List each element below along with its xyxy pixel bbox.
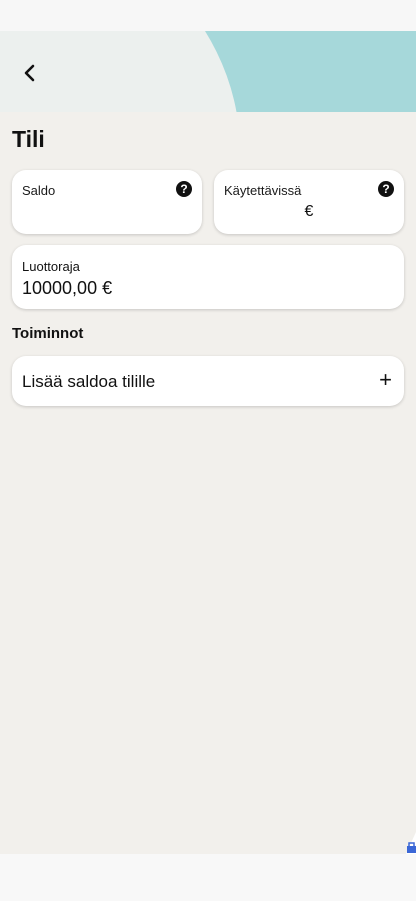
balance-card: Saldo ? bbox=[12, 170, 202, 234]
credit-limit-label: Luottoraja bbox=[22, 259, 80, 274]
lock-icon bbox=[406, 832, 416, 854]
available-label: Käytettävissä bbox=[224, 183, 302, 198]
balance-label: Saldo bbox=[22, 183, 56, 198]
actions-heading: Toiminnot bbox=[12, 325, 84, 342]
available-card: Käytettävissä ? € bbox=[214, 170, 404, 234]
back-button[interactable] bbox=[12, 55, 48, 91]
plus-icon: + bbox=[379, 367, 392, 392]
page-title: Tili bbox=[12, 126, 45, 152]
help-icon[interactable]: ? bbox=[176, 181, 192, 197]
header-banner bbox=[0, 31, 416, 112]
bottom-bar bbox=[0, 854, 416, 901]
add-balance-button[interactable]: Lisää saldoa tilille + bbox=[12, 356, 404, 406]
chevron-left-icon bbox=[24, 64, 35, 82]
available-value: € bbox=[304, 203, 314, 220]
credit-limit-value: 10000,00 € bbox=[22, 278, 113, 298]
credit-limit-card: Luottoraja 10000,00 € bbox=[12, 245, 404, 309]
help-icon[interactable]: ? bbox=[378, 181, 394, 197]
status-bar bbox=[0, 0, 416, 31]
add-balance-label: Lisää saldoa tilille bbox=[22, 372, 156, 391]
main-content: Tili Saldo ? Käytettävissä ? € Luottoraj… bbox=[0, 112, 416, 854]
